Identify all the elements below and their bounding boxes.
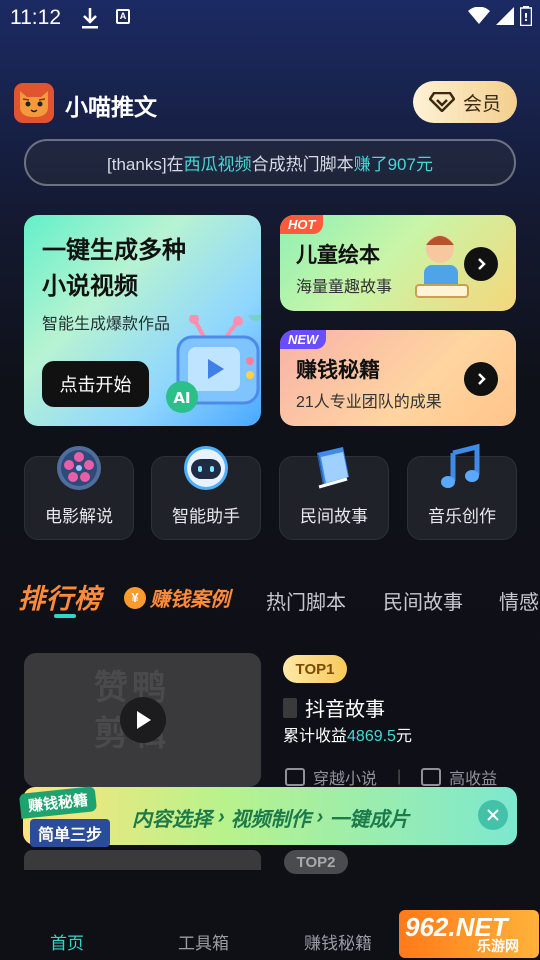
money-card-arrow-icon [464, 362, 498, 396]
book-tag-icon [285, 768, 305, 786]
status-bar: 11:12 A ! [0, 0, 540, 36]
earn-unit: 元 [395, 728, 412, 745]
promo-step-2: 视频制作 [230, 809, 311, 831]
status-time: 11:12 [10, 6, 61, 29]
earnings-ticker[interactable]: [thanks]在 西瓜视频 合成热门脚本 赚了907元 [24, 139, 516, 186]
item-title: 抖音故事 [305, 699, 385, 721]
feature-title-line2: 小说视频 [42, 273, 138, 300]
kids-card-subtitle: 海量童趣故事 [296, 279, 393, 296]
new-tag: NEW [280, 330, 327, 349]
promo-steps: 内容选择 › 视频制作 › 一键成片 [132, 803, 409, 832]
music-note-icon [441, 443, 480, 488]
tab-active-indicator [54, 614, 76, 618]
notification-a-icon: A [116, 9, 130, 24]
shortcut-label: 音乐创作 [428, 507, 496, 526]
app-title: 小喵推文 [65, 94, 157, 120]
wifi-icon [468, 7, 490, 24]
item-earnings: 累计收益4869.5元 [283, 722, 412, 746]
tab-emotion[interactable]: 情感 [499, 586, 539, 615]
promo-label-top: 赚钱秘籍 [18, 786, 98, 819]
shortcut-smart-assistant[interactable]: 智能助手 [151, 446, 261, 540]
coin-icon: ¥ [124, 586, 146, 609]
money-card-title: 赚钱秘籍 [296, 359, 380, 382]
tab-earning-cases[interactable]: ¥ 赚钱案例 [124, 583, 230, 612]
vip-button[interactable]: 会员 [413, 81, 517, 123]
tv-ai-icon: AI [166, 315, 261, 413]
video-thumbnail[interactable]: 赞鸭 剪辑 [24, 653, 261, 787]
hot-tag: HOT [280, 215, 324, 234]
promo-label-bottom: 简单三步 [30, 819, 111, 847]
svg-text:!: ! [523, 11, 528, 24]
chevron-right-icon: › [218, 806, 225, 828]
start-button[interactable]: 点击开始 [42, 361, 149, 407]
signal-icon [496, 7, 514, 25]
film-reel-icon [57, 446, 101, 490]
status-icons: ! [468, 6, 532, 26]
ticker-earned: 赚了907元 [353, 155, 433, 174]
app-logo-icon [14, 83, 54, 123]
diamond-icon [428, 92, 455, 112]
site-watermark: 962.NET 乐游网 [399, 910, 539, 958]
nav-home[interactable]: 首页 [50, 929, 84, 954]
vip-label: 会员 [462, 93, 501, 115]
shortcut-music-creation[interactable]: 音乐创作 [407, 443, 517, 540]
kids-card-arrow-icon [464, 247, 498, 281]
money-card-subtitle: 21人专业团队的成果 [296, 394, 442, 411]
card-kids-picture-book[interactable]: HOT 儿童绘本 海量童趣故事 [280, 215, 516, 311]
script-icon [283, 697, 297, 718]
ticker-source: 西瓜视频 [183, 155, 252, 174]
chevron-right-icon: › [316, 806, 324, 828]
tag-genre: 穿越小说 [313, 771, 378, 788]
download-icon [80, 6, 100, 35]
nav-toolbox[interactable]: 工具箱 [178, 929, 229, 954]
promo-label: 赚钱秘籍 简单三步 [14, 786, 122, 847]
shortcut-label: 电影解说 [45, 507, 113, 526]
shortcut-movie-commentary[interactable]: 电影解说 [24, 446, 134, 540]
image-tag-icon [421, 768, 442, 786]
tag-divider: | [397, 768, 402, 785]
tab-ranking[interactable]: 排行榜 [18, 577, 102, 616]
rank-badge: TOP1 [283, 655, 347, 683]
kids-card-title: 儿童绘本 [296, 244, 380, 267]
promo-step-1: 内容选择 [132, 809, 212, 831]
feature-card-novel-video[interactable]: 一键生成多种 小说视频 智能生成爆款作品 点击开始 AI [24, 215, 261, 426]
promo-step-3: 一键成片 [329, 809, 410, 831]
battery-icon: ! [520, 6, 532, 26]
shortcut-folk-stories[interactable]: 民间故事 [279, 447, 389, 540]
tab-earning-cases-label: 赚钱案例 [150, 589, 230, 611]
shortcut-label: 智能助手 [172, 507, 240, 526]
video-thumbnail-2[interactable] [24, 850, 261, 870]
item-tags: 穿越小说 | 高收益 [285, 765, 497, 789]
tab-folk-stories[interactable]: 民间故事 [383, 586, 463, 615]
robot-icon [184, 446, 228, 490]
feature-card-title: 一键生成多种 小说视频 [42, 233, 186, 305]
earn-prefix: 累计收益 [283, 728, 348, 745]
watermark-sub: 乐游网 [477, 938, 519, 954]
ticker-prefix: [thanks]在 [107, 155, 184, 174]
ticker-middle: 合成热门脚本 [251, 155, 354, 174]
shortcut-label: 民间故事 [300, 507, 368, 526]
tab-hot-scripts[interactable]: 热门脚本 [266, 586, 346, 615]
svg-text:AI: AI [173, 389, 190, 407]
tag-income: 高收益 [449, 771, 498, 788]
book-icon [317, 447, 349, 489]
rank-badge-2: TOP2 [284, 850, 348, 874]
card-money-secrets[interactable]: NEW 赚钱秘籍 21人专业团队的成果 [280, 330, 516, 426]
nav-money-secrets[interactable]: 赚钱秘籍 [304, 929, 372, 954]
play-icon[interactable] [120, 697, 166, 743]
item-title-row[interactable]: 抖音故事 [283, 693, 385, 722]
earn-value: 4869.5 [347, 728, 396, 745]
feature-title-line1: 一键生成多种 [42, 237, 186, 264]
close-icon[interactable] [478, 800, 508, 830]
feature-card-subtitle: 智能生成爆款作品 [42, 316, 171, 333]
